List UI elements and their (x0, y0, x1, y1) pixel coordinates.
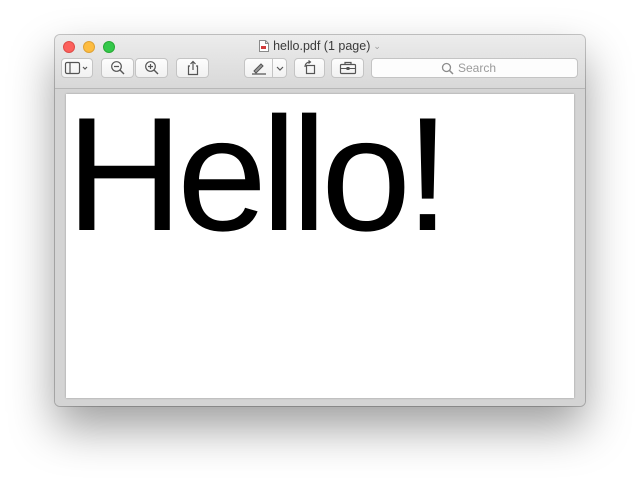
toolbox-button[interactable] (331, 58, 364, 78)
search-field[interactable] (371, 58, 578, 78)
zoom-in-icon (144, 60, 160, 76)
document-area[interactable]: Hello! (55, 89, 585, 406)
markup-pen-icon (250, 61, 268, 75)
window-title-text: hello.pdf (1 page) (273, 39, 371, 53)
markup-chevron-down-icon[interactable] (275, 62, 285, 74)
toolbox-icon (339, 61, 357, 75)
sidebar-icon (64, 61, 90, 75)
share-icon (186, 60, 200, 76)
titlebar-toolbar: hello.pdf (1 page) ⌄ (55, 35, 585, 89)
search-input[interactable] (372, 59, 577, 77)
zoom-out-button[interactable] (101, 58, 134, 78)
zoom-in-button[interactable] (135, 58, 168, 78)
markup-divider (272, 59, 273, 77)
share-button[interactable] (176, 58, 209, 78)
view-menu-button[interactable] (61, 58, 93, 78)
pdf-document-icon (259, 40, 270, 56)
zoom-out-icon (110, 60, 126, 76)
title-chevron-down-icon: ⌄ (373, 41, 381, 51)
rotate-button[interactable] (294, 58, 325, 78)
markup-button[interactable] (244, 58, 287, 78)
preview-window: hello.pdf (1 page) ⌄ Search Hello! (55, 35, 585, 406)
rotate-icon (302, 60, 318, 76)
pdf-page[interactable]: Hello! (66, 94, 574, 398)
window-title[interactable]: hello.pdf (1 page) ⌄ (55, 38, 585, 56)
page-text: Hello! (66, 94, 450, 265)
